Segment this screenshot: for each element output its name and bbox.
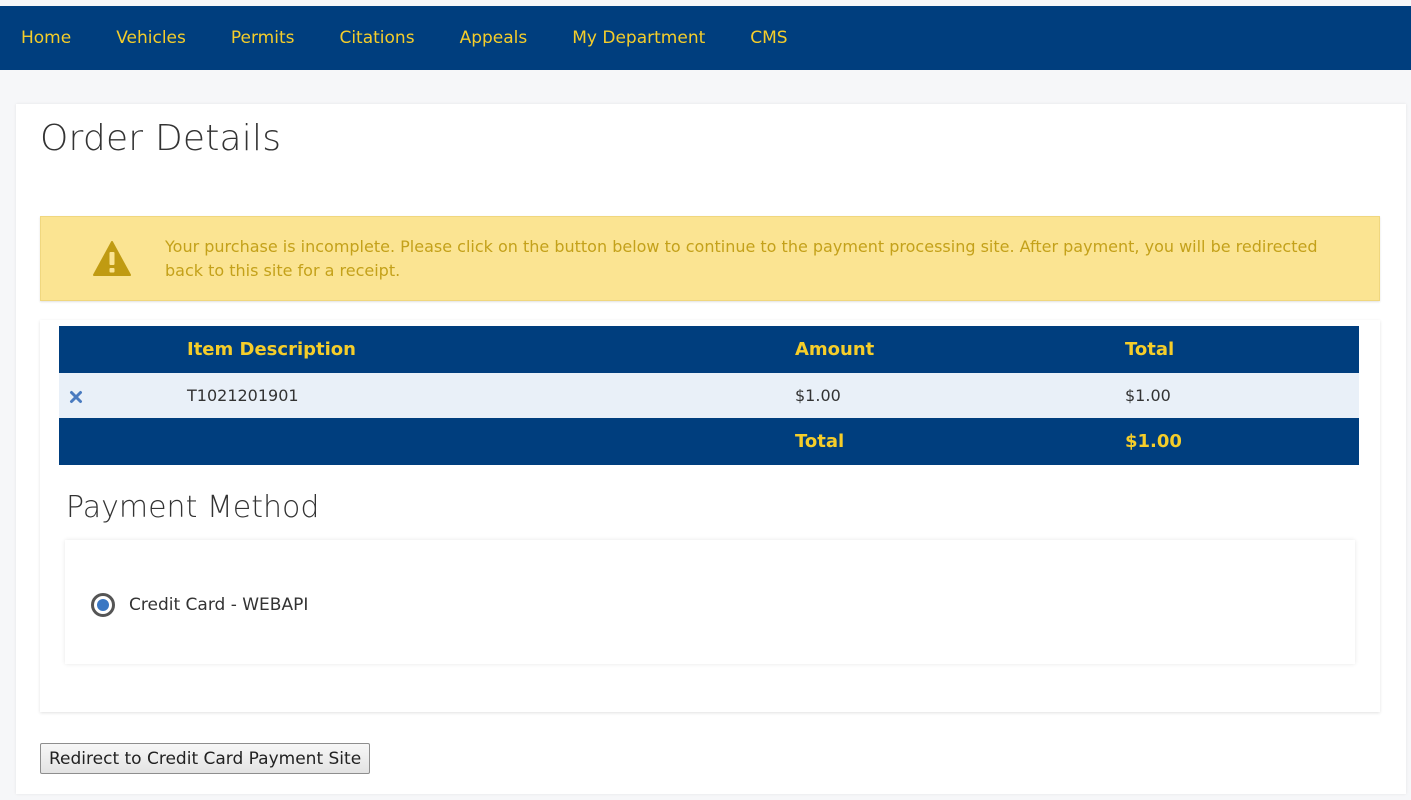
credit-card-radio[interactable] [91, 593, 115, 617]
header-total: Total [1125, 339, 1175, 360]
row-item-description: T1021201901 [187, 386, 299, 405]
nav-my-department[interactable]: My Department [572, 28, 705, 48]
radio-selected-dot [97, 599, 109, 611]
order-details-panel: Order Details Your purchase is incomplet… [16, 104, 1406, 794]
nav-cms[interactable]: CMS [750, 28, 787, 48]
footer-empty-2 [187, 418, 795, 465]
header-action [59, 326, 187, 373]
page-title: Order Details [40, 118, 282, 159]
warning-icon [93, 240, 131, 276]
table-header-row: Item Description Amount Total [59, 326, 1359, 373]
nav-permits[interactable]: Permits [231, 28, 295, 48]
order-card: Item Description Amount Total T102120190… [40, 320, 1380, 712]
incomplete-purchase-alert: Your purchase is incomplete. Please clic… [40, 216, 1380, 301]
row-remove-cell [59, 373, 187, 418]
nav-vehicles[interactable]: Vehicles [116, 28, 186, 48]
nav-home[interactable]: Home [21, 28, 71, 48]
table-row: T1021201901 $1.00 $1.00 [59, 373, 1359, 418]
remove-item-icon[interactable] [69, 390, 83, 404]
nav-citations[interactable]: Citations [339, 28, 414, 48]
footer-total-value: $1.00 [1125, 431, 1182, 452]
header-amount: Amount [795, 339, 875, 360]
table-footer-row: Total $1.00 [59, 418, 1359, 465]
order-items-table: Item Description Amount Total T102120190… [59, 326, 1359, 465]
redirect-to-payment-button[interactable]: Redirect to Credit Card Payment Site [40, 743, 371, 774]
footer-empty-1 [59, 418, 187, 465]
payment-method-box: Credit Card - WEBAPI [65, 540, 1355, 664]
header-item-description: Item Description [187, 339, 356, 360]
nav-appeals[interactable]: Appeals [460, 28, 528, 48]
row-total: $1.00 [1125, 386, 1171, 405]
row-amount: $1.00 [795, 386, 841, 405]
main-navbar: Home Vehicles Permits Citations Appeals … [0, 6, 1411, 70]
alert-message: Your purchase is incomplete. Please clic… [165, 236, 1318, 280]
footer-total-label: Total [795, 431, 845, 452]
payment-option-credit-card[interactable]: Credit Card - WEBAPI [91, 593, 308, 617]
credit-card-option-label: Credit Card - WEBAPI [129, 595, 309, 615]
payment-method-heading: Payment Method [66, 490, 320, 525]
